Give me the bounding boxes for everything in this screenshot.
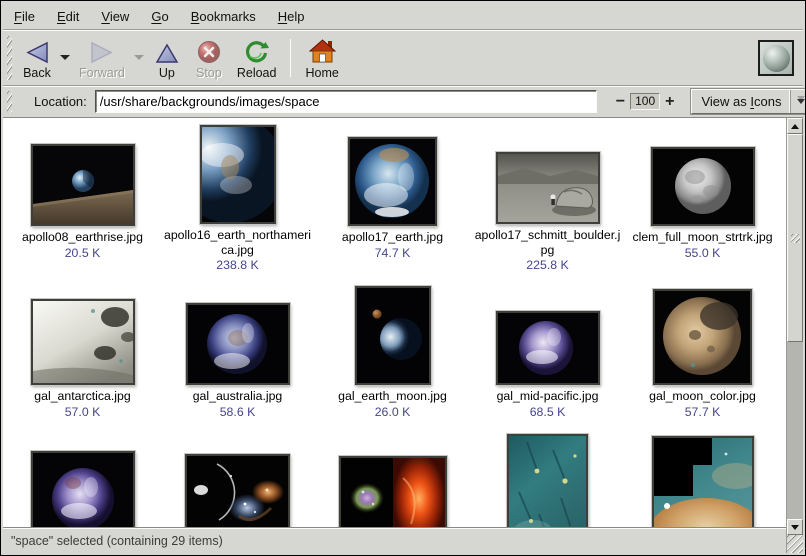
icon-row-1: apollo08_earthrise.jpg 20.5 K (5, 124, 786, 272)
file-item-partial-1[interactable] (5, 424, 160, 527)
file-manager-window: File Edit View Go Bookmarks Help Back (0, 0, 806, 556)
thumbnail-colliding-galaxies-image (185, 454, 290, 527)
file-item-apollo08-earthrise[interactable]: apollo08_earthrise.jpg 20.5 K (5, 124, 160, 272)
status-bar: "space" selected (containing 29 items) (3, 527, 786, 553)
menu-help[interactable]: Help (268, 5, 317, 28)
back-history-dropdown[interactable] (58, 52, 72, 70)
reload-icon (244, 37, 270, 64)
view-as-dropdown[interactable]: View as Icons (691, 89, 806, 114)
chevron-down-icon (797, 99, 805, 104)
file-item-gal-moon-color[interactable]: gal_moon_color.jpg 57.7 K (625, 272, 780, 424)
globe-throbber-icon (763, 45, 790, 72)
chevron-down-icon (134, 55, 144, 60)
menu-file[interactable]: File (7, 5, 47, 28)
back-button[interactable]: Back (16, 35, 58, 81)
location-label: Location: (34, 94, 87, 109)
chevron-down-icon (60, 55, 70, 60)
scrollbar-thumb[interactable] (787, 134, 803, 342)
menu-bar: File Edit View Go Bookmarks Help (3, 3, 803, 29)
thumbnail-nebula-two-panel-image (339, 456, 447, 527)
location-bar: Location: − 100 + View as Icons (3, 87, 803, 118)
arrow-down-icon (791, 525, 799, 530)
reload-button[interactable]: Reload (230, 35, 284, 81)
menu-go[interactable]: Go (141, 5, 180, 28)
file-item-gal-antarctica[interactable]: gal_antarctica.jpg 57.0 K (5, 272, 160, 424)
scroll-down-button[interactable] (787, 519, 803, 535)
forward-icon (89, 37, 115, 64)
forward-button[interactable]: Forward (72, 35, 132, 81)
icon-row-3 (5, 424, 786, 527)
throbber (758, 40, 794, 76)
thumbnail-full-earth-image (348, 137, 437, 226)
scrollbar-trough[interactable] (787, 342, 803, 519)
thumbnail-antarctica-image (31, 299, 135, 385)
vertical-scrollbar[interactable] (786, 118, 803, 553)
view-as-label: View as Icons (692, 94, 790, 109)
file-item-partial-5[interactable] (625, 424, 780, 527)
file-item-partial-3[interactable] (315, 424, 470, 527)
window-resize-grip[interactable] (787, 535, 803, 553)
icon-row-2: gal_antarctica.jpg 57.0 K (5, 272, 786, 424)
view-as-arrow-segment[interactable] (790, 90, 806, 113)
home-icon (309, 37, 336, 64)
file-item-apollo16-earth-northamerica[interactable]: apollo16_earth_northamerica.jpg 238.8 K (160, 124, 315, 272)
file-item-gal-earth-moon[interactable]: gal_earth_moon.jpg 26.0 K (315, 272, 470, 424)
location-input[interactable] (95, 90, 597, 113)
toolbar-separator (290, 39, 291, 77)
zoom-in-button[interactable]: + (660, 93, 679, 111)
thumbnail-earthrise-image (31, 144, 135, 226)
home-button[interactable]: Home (298, 35, 345, 81)
menu-bookmarks[interactable]: Bookmarks (181, 5, 268, 28)
file-item-apollo17-schmitt-boulder[interactable]: apollo17_schmitt_boulder.jpg 225.8 K (470, 124, 625, 272)
status-text: "space" selected (containing 29 items) (11, 534, 223, 548)
stop-button[interactable]: Stop (188, 35, 230, 81)
file-item-gal-mid-pacific[interactable]: gal_mid-pacific.jpg 68.5 K (470, 272, 625, 424)
toolbar: Back Forward Up (3, 31, 803, 85)
thumbnail-color-moon-image (653, 289, 752, 385)
main-area: apollo08_earthrise.jpg 20.5 K (3, 118, 803, 553)
file-item-clem-full-moon[interactable]: clem_full_moon_strtrk.jpg 55.0 K (625, 124, 780, 272)
thumbnail-mid-pacific-image (496, 311, 600, 385)
arrow-up-icon (791, 124, 799, 129)
thumbnail-teal-orange-nebula-image (652, 436, 754, 527)
thumbnail-australia-image (186, 303, 290, 385)
thumbnail-schmitt-boulder-image (496, 152, 600, 224)
menu-view[interactable]: View (91, 5, 141, 28)
scrollbar-grip-icon (791, 234, 800, 243)
toolbar-grip-handle[interactable] (7, 36, 12, 80)
locationbar-grip-handle[interactable] (7, 91, 12, 113)
stop-icon (197, 37, 221, 64)
scroll-up-button[interactable] (787, 118, 803, 134)
thumbnail-earth-northamerica-image (200, 125, 276, 224)
file-item-partial-4[interactable] (470, 424, 625, 527)
zoom-out-button[interactable]: − (611, 93, 630, 111)
icon-view[interactable]: apollo08_earthrise.jpg 20.5 K (3, 118, 786, 527)
back-icon (24, 37, 50, 64)
thumbnail-purple-earth-image (31, 451, 135, 527)
thumbnail-earth-moon-image (355, 286, 431, 385)
up-button[interactable]: Up (146, 35, 188, 81)
zoom-level-indicator: 100 (630, 93, 660, 110)
menu-edit[interactable]: Edit (47, 5, 91, 28)
file-item-partial-2[interactable] (160, 424, 315, 527)
file-item-gal-australia[interactable]: gal_australia.jpg 58.6 K (160, 272, 315, 424)
file-item-apollo17-earth[interactable]: apollo17_earth.jpg 74.7 K (315, 124, 470, 272)
forward-history-dropdown[interactable] (132, 52, 146, 70)
up-icon (154, 37, 180, 64)
thumbnail-teal-streaked-nebula-image (507, 434, 588, 527)
thumbnail-full-moon-image (651, 147, 755, 226)
